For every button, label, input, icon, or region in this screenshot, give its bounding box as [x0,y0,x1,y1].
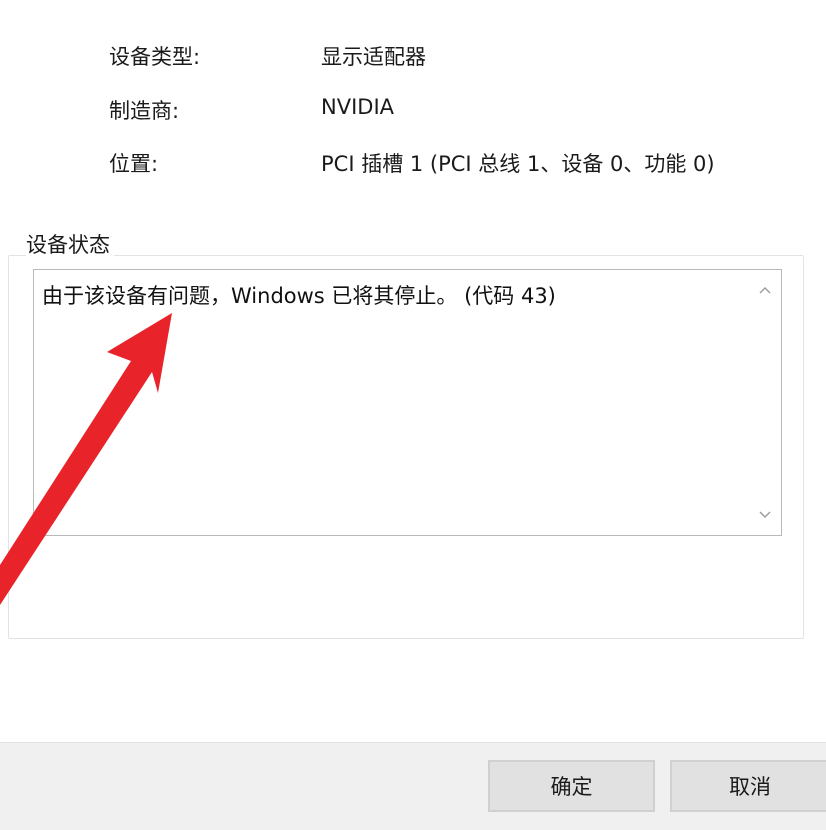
dialog-footer: 确定 取消 [0,742,826,830]
property-row-device-type: 设备类型: 显示适配器 [0,41,826,75]
manufacturer-value: NVIDIA [321,95,394,119]
manufacturer-label: 制造商: [109,99,180,123]
location-label: 位置: [109,152,159,176]
device-type-value: 显示适配器 [321,45,426,69]
chevron-up-icon[interactable] [758,283,772,297]
device-type-label: 设备类型: [109,45,201,69]
location-value: PCI 插槽 1 (PCI 总线 1、设备 0、功能 0) [321,152,715,176]
ok-button[interactable]: 确定 [488,760,655,812]
device-status-legend: 设备状态 [26,229,114,259]
device-status-message: 由于该设备有问题，Windows 已将其停止。 (代码 43) [42,284,556,308]
cancel-button[interactable]: 取消 [670,760,826,812]
chevron-down-icon[interactable] [758,508,772,522]
status-scrollbar[interactable] [751,270,781,535]
property-row-location: 位置: PCI 插槽 1 (PCI 总线 1、设备 0、功能 0) [0,148,826,182]
property-row-manufacturer: 制造商: NVIDIA [0,95,826,129]
device-status-textbox[interactable]: 由于该设备有问题，Windows 已将其停止。 (代码 43) [33,269,782,536]
